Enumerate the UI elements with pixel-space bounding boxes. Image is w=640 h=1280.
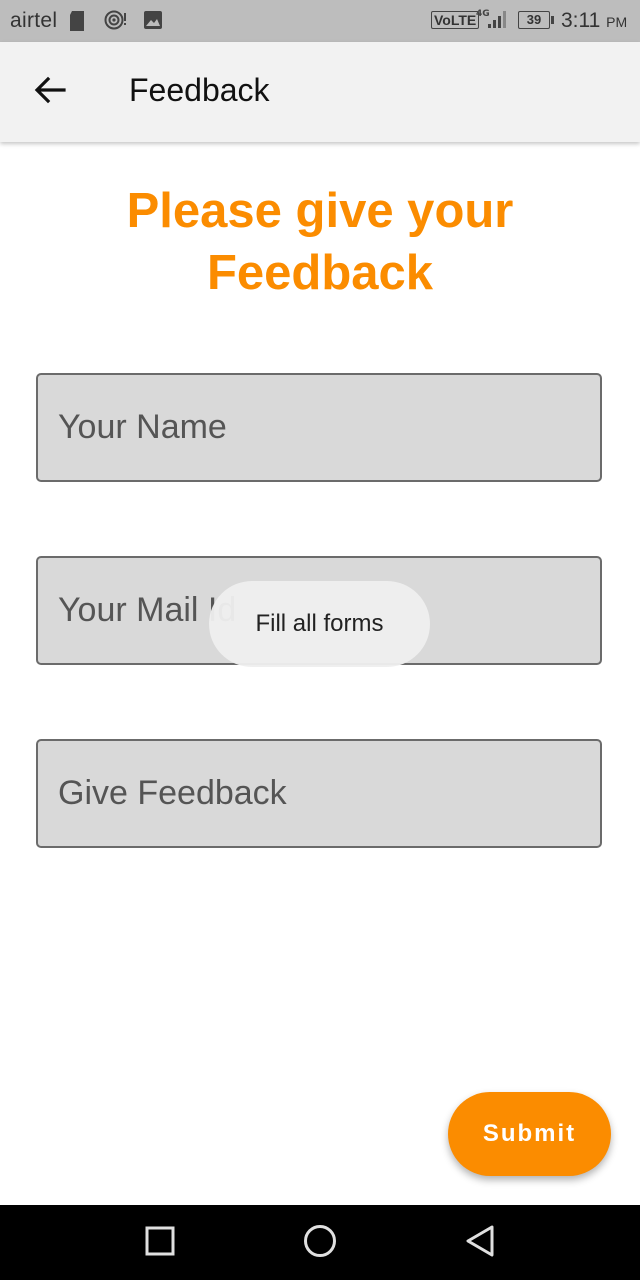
clock-time: 3:11 [561,9,601,32]
battery-indicator: 39 [518,11,550,29]
hotspot-icon [104,10,128,38]
feedback-field-container [36,739,602,848]
sd-card-icon [68,10,86,38]
app-bar: Feedback [0,42,640,142]
arrow-left-icon [34,76,66,109]
volte-badge: VoLTE [431,11,480,29]
heading-line-2: Feedback [206,246,434,300]
home-circle-icon [303,1224,337,1263]
signal-icon: 4G [476,7,510,37]
clock: 3:11 PM [561,9,627,33]
home-button[interactable] [300,1223,340,1263]
navigation-bar [0,1205,640,1280]
battery-tip [551,16,554,24]
back-button[interactable] [26,68,74,116]
feedback-input[interactable] [38,741,600,846]
name-input[interactable] [38,375,600,480]
recents-square-icon [145,1226,175,1261]
status-bar: airtel VoLTE 4G 39 3:11 PM [0,0,640,42]
heading-line-1: Please give your [126,184,514,238]
feedback-heading: Please give your Feedback [40,180,600,304]
back-nav-button[interactable] [460,1223,500,1263]
carrier-name: airtel [10,9,58,32]
clock-suffix: PM [606,14,628,30]
recents-button[interactable] [140,1223,180,1263]
submit-button[interactable]: Submit [448,1092,611,1176]
image-icon [143,10,163,36]
page-title: Feedback [129,72,270,108]
back-triangle-icon [464,1224,496,1263]
name-field-container [36,373,602,482]
svg-text:4G: 4G [476,9,490,19]
toast-message: Fill all forms [209,581,430,667]
